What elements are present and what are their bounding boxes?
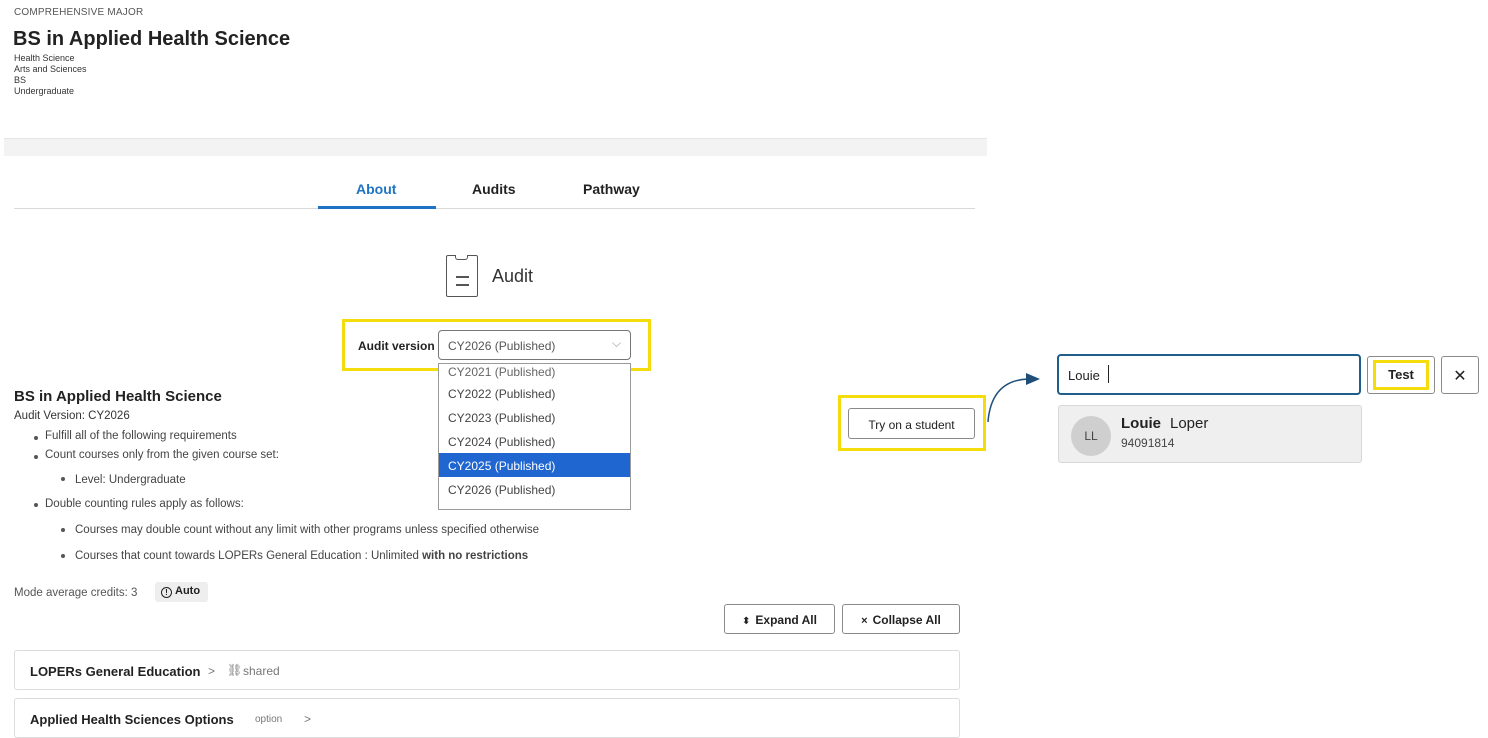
dropdown-option[interactable]: CY2023 (Published) — [439, 405, 630, 429]
audit-heading: Audit — [492, 266, 534, 286]
double-count-rule-emphasis: with no restrictions — [422, 550, 529, 562]
clipboard-icon — [446, 255, 478, 297]
section-title: LOPERs General Education — [30, 664, 201, 679]
collapse-all-label: Collapse All — [872, 613, 941, 627]
student-search-value: Louie — [1068, 368, 1100, 383]
chevron-right-icon: > — [304, 712, 312, 726]
program-type-label: COMPREHENSIVE MAJOR — [14, 7, 144, 18]
header-divider-band — [4, 138, 987, 156]
dropdown-option[interactable]: CY2024 (Published) — [439, 429, 630, 453]
option-tag: option — [255, 714, 283, 725]
program-department: Health Science — [14, 53, 75, 63]
auto-badge-label: Auto — [175, 585, 201, 597]
requirement-item: Double counting rules apply as follows: — [45, 498, 244, 510]
text-cursor — [1108, 365, 1109, 383]
bullet-icon — [61, 528, 65, 532]
bullet-icon — [61, 477, 65, 481]
audit-version-text: Audit Version: CY2026 — [14, 410, 130, 422]
student-last-name: Loper — [1170, 415, 1209, 432]
chevron-right-icon: > — [208, 664, 216, 678]
close-icon[interactable]: ✕ — [1441, 356, 1479, 394]
bullet-icon — [34, 455, 38, 459]
bullet-icon — [34, 436, 38, 440]
collapse-all-button[interactable]: × Collapse All — [842, 604, 960, 634]
expand-all-button[interactable]: ⬍ Expand All — [724, 604, 835, 634]
audit-version-selected-value: CY2026 (Published) — [448, 339, 556, 353]
requirement-item: Count courses only from the given course… — [45, 449, 279, 461]
section-title: Applied Health Sciences Options — [30, 712, 234, 727]
requirement-subitem: Courses may double count without any lim… — [75, 524, 540, 536]
page-title: BS in Applied Health Science — [13, 28, 291, 50]
requirement-subitem: Level: Undergraduate — [75, 474, 186, 486]
test-button-highlight — [1373, 360, 1429, 390]
dropdown-option[interactable]: CY2022 (Published) — [439, 381, 630, 405]
dropdown-option[interactable]: CY2021 (Published) — [439, 364, 630, 381]
student-first-name: Louie — [1121, 415, 1161, 432]
info-icon: ! — [161, 587, 172, 598]
tab-audits[interactable]: Audits — [472, 181, 516, 197]
section-applied-health-options[interactable]: Applied Health Sciences Options option > — [14, 698, 960, 738]
student-id: 94091814 — [1121, 436, 1175, 450]
arrow-connector-icon — [987, 373, 1040, 423]
mode-average-credits: Mode average credits: 3 — [14, 587, 138, 599]
requirement-subitem: Courses that count towards LOPERs Genera… — [75, 550, 528, 562]
avatar: LL — [1071, 416, 1111, 456]
double-count-rule-text: Courses that count towards LOPERs Genera… — [75, 550, 419, 562]
program-level: Undergraduate — [14, 86, 75, 96]
expand-icon: ⬍ — [742, 616, 751, 627]
chevron-down-icon: ⌵ — [612, 336, 622, 350]
program-degree: BS — [14, 75, 27, 85]
tabs-divider — [14, 208, 975, 209]
requirement-item: Fulfill all of the following requirement… — [45, 430, 237, 442]
tab-about[interactable]: About — [356, 181, 396, 197]
dropdown-option-highlighted[interactable]: CY2025 (Published) — [439, 453, 630, 477]
auto-badge: ! Auto — [155, 582, 209, 602]
dropdown-option[interactable]: CY2026 (Published) — [439, 477, 630, 509]
active-tab-indicator — [318, 206, 436, 209]
tab-pathway[interactable]: Pathway — [583, 181, 640, 197]
student-search-input[interactable] — [1057, 354, 1361, 395]
bullet-icon — [34, 503, 38, 507]
try-on-student-button[interactable]: Try on a student — [848, 408, 975, 439]
shared-tag: shared — [243, 664, 280, 678]
program-college: Arts and Sciences — [14, 64, 87, 74]
program-audit-title: BS in Applied Health Science — [14, 388, 222, 405]
audit-version-dropdown: CY2021 (Published) CY2022 (Published) CY… — [438, 363, 631, 510]
audit-version-label: Audit version — [358, 339, 435, 353]
bullet-icon — [61, 554, 65, 558]
expand-all-label: Expand All — [755, 613, 817, 627]
section-lopers-gen-ed[interactable]: LOPERs General Education > ⛓ shared — [14, 650, 960, 690]
collapse-icon: × — [861, 615, 868, 627]
link-icon: ⛓ — [227, 663, 243, 677]
